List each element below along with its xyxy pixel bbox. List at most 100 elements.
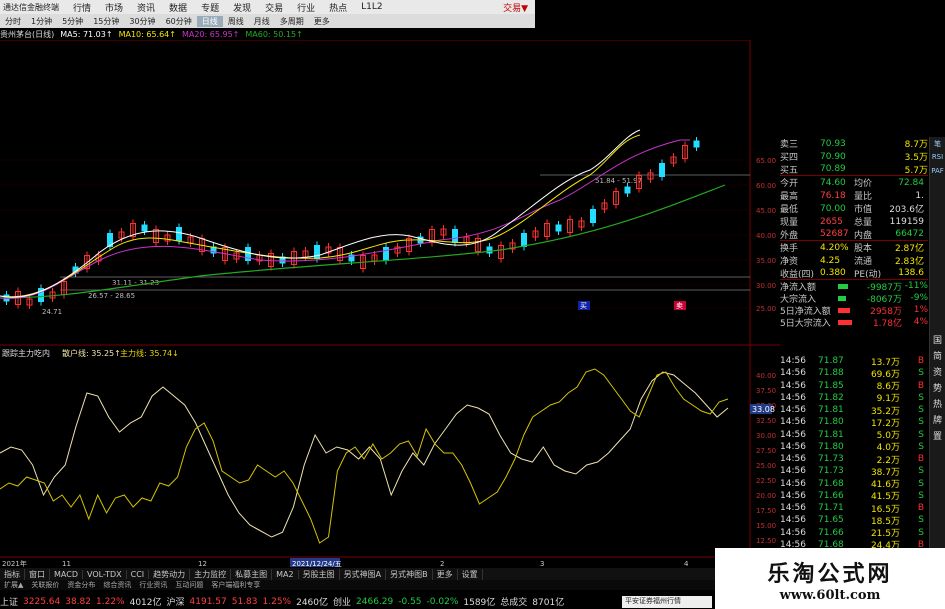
period-tab[interactable]: 15分钟 [88,16,124,27]
toolbar-button[interactable]: 牌 [931,413,944,427]
stock-name: 贵州茅台(日线) [0,29,55,39]
menu-item[interactable]: 热点 [322,1,354,14]
period-tab[interactable]: 分时 [0,16,26,27]
toolbar-button[interactable]: 国 [931,333,944,347]
tick-side: S [918,441,924,452]
bottom-tab[interactable]: 客户端福利专享 [207,580,264,590]
toolbar-button[interactable]: RSI [931,153,944,165]
index-value: 4191.57 [189,596,227,607]
stat-row: 现量 2655 总量 119159 [780,215,928,229]
period-tab[interactable]: 5分钟 [57,16,88,27]
indicator-tab[interactable]: 私募主图 [231,568,273,580]
tick-side: S [918,405,924,416]
stat-label: 量比 [854,192,873,202]
indicator-tab[interactable]: 趋势动力 [149,568,191,580]
indicator-tab[interactable]: 设置 [458,568,483,580]
tick-volume: 9.1万 [876,394,900,405]
flow-pct: 4% [913,317,928,327]
tick-price: 71.66 [818,527,844,538]
stat-value: 2.87亿 [894,244,924,254]
stat-value: 203.6亿 [889,205,924,215]
stat-label: 流通 [854,257,873,267]
trade-menu[interactable]: 交易▼ [496,1,535,14]
menu-item[interactable]: 市场 [98,1,130,14]
toolbar-button[interactable]: 热 [931,397,944,411]
tick-time: 14:56 [780,380,806,391]
index-label[interactable]: 上证 [0,595,18,608]
tick-time: 14:56 [780,417,806,428]
stat-label: 现量 [780,218,799,228]
toolbar-button[interactable]: 简 [931,349,944,363]
indicator-tab[interactable]: 窗口 [25,568,50,580]
stat-label: PE(动) [854,269,882,280]
stat-label: 今开 [780,179,799,189]
chart-canvas[interactable]: 51.84 - 51.97 31.11 - 31.23 26.57 - 28.6… [0,40,780,568]
indicator-tab[interactable]: 另式神图A [340,568,387,580]
stat-row: 收益(四) 0.380 PE(动) 138.6 [780,267,928,280]
indicator-tab[interactable]: CCI [127,569,150,579]
tick-volume: 35.2万 [870,406,900,417]
tick-time: 14:56 [780,368,806,379]
menu-item[interactable]: L1L2 [354,2,389,12]
indicator-tick: 40.00 [756,372,776,380]
toolbar-button[interactable]: PAF [931,167,944,179]
index-label[interactable]: 沪深 [167,595,185,608]
toolbar-button[interactable]: 势 [931,381,944,395]
period-tab[interactable]: 60分钟 [161,16,197,27]
indicator-tab[interactable]: VOL-TDX [83,569,127,579]
indicator-tick: 20.00 [756,492,776,500]
buy-marker-label: 买 [580,302,587,310]
flow-pct: -9% [910,293,928,303]
tick-side: B [917,380,924,391]
level-price: 70.93 [820,138,846,149]
bottom-tab[interactable]: 互动问题 [171,580,207,590]
stat-label: 均价 [854,179,873,189]
menu-item[interactable]: 交易 [258,1,290,14]
indicator-tab[interactable]: 另股主图 [299,568,340,580]
menu-item[interactable]: 行业 [290,1,322,14]
indicator-tick: 30.00 [756,432,776,440]
flow-pct: -11% [904,281,928,291]
toolbar-button[interactable]: 笔 [931,139,944,151]
index-label[interactable]: 创业 [333,595,351,608]
index-change: -0.55 [398,596,422,607]
bottom-tab[interactable]: 综合资讯 [99,580,135,590]
bottom-tab[interactable]: 行业资讯 [135,580,171,590]
indicator-tab[interactable]: 另式神图B [386,568,433,580]
bottom-tab[interactable]: 关联报价 [27,580,63,590]
index-pct: 1.25% [262,596,292,607]
menu-item[interactable]: 专题 [194,1,226,14]
toolbar-button[interactable]: 资 [931,365,944,379]
menu-item[interactable]: 行情 [66,1,98,14]
tick-volume: 18.5万 [870,516,900,527]
tick-list[interactable]: 14:56 71.87 13.7万 B 14:56 71.88 69.6万 S 14:56 71.… [780,355,928,576]
watermark-logo: 乐淘公式网 www.60lt.com [715,548,945,609]
menu-item[interactable]: 发现 [226,1,258,14]
period-tab[interactable]: 1分钟 [26,16,57,27]
candle [141,224,148,232]
period-tab[interactable]: 30分钟 [124,16,160,27]
period-tab[interactable]: 多周期 [275,16,309,27]
tick-time: 14:56 [780,429,806,440]
period-tab-active[interactable]: 日线 [196,15,223,27]
period-tab[interactable]: 月线 [249,16,275,27]
flow-bar [838,295,846,301]
menu-item[interactable]: 资讯 [130,1,162,14]
indicator-tab[interactable]: 更多 [433,568,458,580]
period-tab[interactable]: 更多 [309,16,335,27]
flow-bar [838,283,848,289]
menu-item[interactable]: 数据 [162,1,194,14]
toolbar-button[interactable]: 置 [931,429,944,443]
bottom-tab[interactable]: 扩展▲ [0,580,27,590]
indicator-tab[interactable]: MA2 [272,569,299,579]
indicator-tab[interactable]: MACD [50,569,83,579]
level-label: 买五 [780,165,799,176]
indicator-tab[interactable]: 指标 [0,568,25,580]
candle [624,186,631,194]
period-tab[interactable]: 周线 [223,16,249,27]
index-value: 2466.29 [356,596,394,607]
bottom-tab[interactable]: 资金分布 [63,580,99,590]
indicator-tab[interactable]: 主力监控 [190,568,232,580]
price-tick: 25.00 [756,305,776,313]
main-line [0,368,729,544]
